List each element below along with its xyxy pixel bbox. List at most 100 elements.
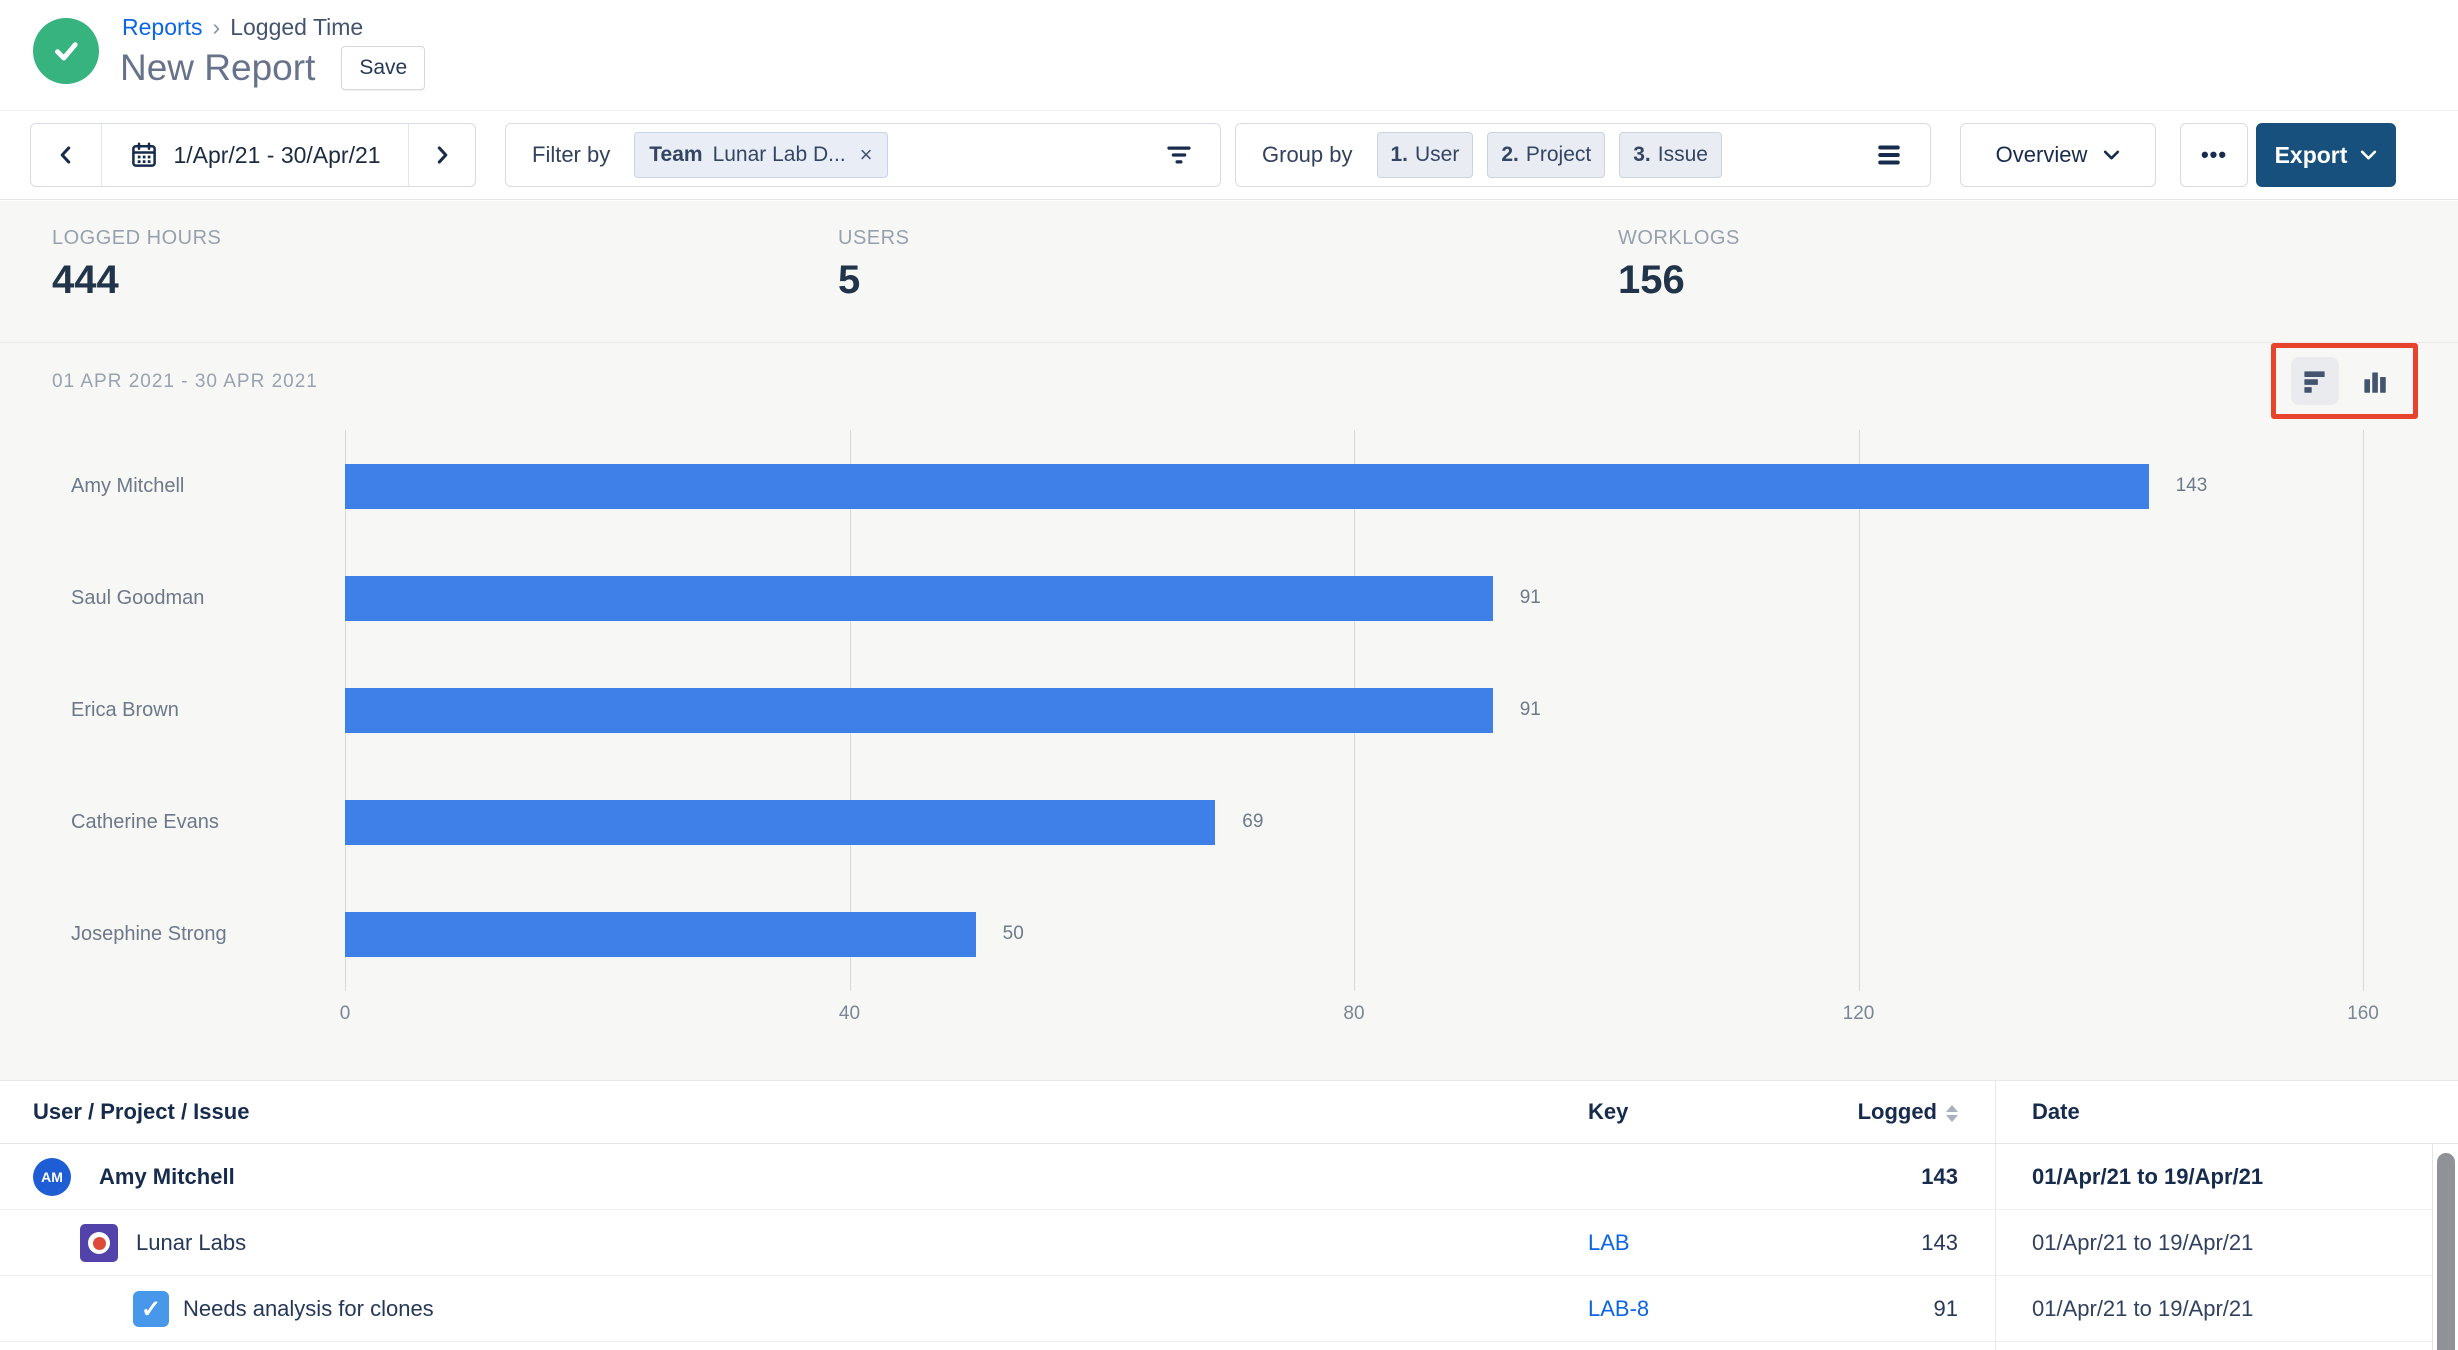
chart-category-label: Saul Goodman [0,542,345,654]
stat-label: WORKLOGS [1618,227,1740,250]
group-chip-user[interactable]: 1. User [1377,132,1474,178]
breadcrumb-reports-link[interactable]: Reports [122,14,203,41]
group-by-bar: Group by 1. User 2. Project 3. Issue [1235,123,1931,187]
chart-xaxis: 04080120160 [345,1003,2363,1033]
table-row[interactable]: ✓Needs analysis for clonesLAB-89101/Apr/… [0,1276,2458,1342]
date-range-picker[interactable]: 1/Apr/21 - 30/Apr/21 [102,124,408,186]
chevron-down-icon [2103,149,2120,161]
row-name: Needs analysis for clones [183,1296,434,1322]
stat-label: USERS [838,227,909,250]
column-header-logged[interactable]: Logged [1680,1081,1958,1143]
x-axis-tick-label: 160 [2347,1003,2379,1025]
issue-key-link[interactable]: LAB-8 [1588,1296,1649,1321]
sort-icon[interactable] [1946,1105,1958,1122]
stat-users: USERS 5 [838,227,909,303]
bar[interactable] [345,912,976,957]
filter-icon[interactable] [1164,140,1194,170]
chart-category-label: Amy Mitchell [0,430,345,542]
team-filter-chip[interactable]: Team Lunar Lab D... × [634,132,887,178]
chevron-down-icon [2360,149,2377,161]
gridline [2363,430,2364,991]
more-options-button[interactable]: ••• [2180,123,2248,187]
date-range-label: 1/Apr/21 - 30/Apr/21 [173,142,380,169]
breadcrumb-separator: › [213,14,221,41]
chart-date-range-caption: 01 APR 2021 - 30 APR 2021 [52,371,318,393]
chart-bar-row: 143 [345,430,2363,542]
logged-time-report-page: Reports › Logged Time New Report Save [0,0,2458,1350]
column-header-date: Date [2032,1081,2422,1143]
bar[interactable] [345,464,2149,509]
bar-value-label: 143 [2176,475,2208,497]
row-key-cell: LAB [1588,1210,1630,1276]
filter-bar: Filter by Team Lunar Lab D... × [505,123,1221,187]
stat-value: 156 [1618,258,1740,303]
bar-value-label: 50 [1003,923,1024,945]
x-axis-tick-label: 0 [340,1003,351,1025]
date-column-divider [1995,1081,1996,1350]
bar[interactable] [345,576,1493,621]
row-name: Amy Mitchell [99,1164,235,1190]
report-status-icon [33,18,99,84]
annotation-highlight-box [2271,343,2418,419]
table-scrollbar-thumb[interactable] [2437,1153,2455,1350]
export-button[interactable]: Export [2256,123,2396,187]
group-settings-icon[interactable] [1874,140,1904,170]
horizontal-bar-chart-toggle[interactable] [2291,357,2339,405]
row-main-cell: AMAmy Mitchell [0,1144,235,1210]
calendar-icon [129,140,159,170]
bar[interactable] [345,800,1215,845]
group-by-label: Group by [1262,142,1353,168]
chart-category-label: Catherine Evans [0,766,345,878]
export-label: Export [2275,142,2348,169]
group-chip-label: Project [1526,143,1591,167]
row-logged-cell: 143 [1680,1144,1958,1210]
row-name: Lunar Labs [136,1230,246,1256]
x-axis-tick-label: 40 [839,1003,860,1025]
x-axis-tick-label: 80 [1343,1003,1364,1025]
save-button[interactable]: Save [341,46,425,90]
page-title: New Report [120,47,315,89]
chevron-right-icon [429,142,455,168]
horizontal-bars-icon [2301,368,2328,395]
report-body: LOGGED HOURS 444 USERS 5 WORKLOGS 156 01… [0,201,2458,1080]
check-icon [49,34,83,68]
stat-value: 444 [52,258,221,303]
chart-bar-row: 69 [345,766,2363,878]
stat-value: 5 [838,258,909,303]
section-divider [0,342,2458,343]
view-selector-button[interactable]: Overview [1960,123,2156,187]
bar[interactable] [345,688,1493,733]
next-period-button[interactable] [408,124,475,186]
date-range-control: 1/Apr/21 - 30/Apr/21 [30,123,476,187]
ellipsis-icon: ••• [2201,142,2227,168]
group-chip-issue[interactable]: 3. Issue [1619,132,1722,178]
report-toolbar: 1/Apr/21 - 30/Apr/21 Filter by Team Luna… [0,110,2458,200]
group-chip-order: 3. [1633,143,1651,167]
x-axis-tick-label: 120 [1843,1003,1875,1025]
vertical-bar-chart-toggle[interactable] [2351,357,2399,405]
column-chart-icon [2361,368,2388,395]
bar-value-label: 91 [1520,699,1541,721]
chart-category-label: Josephine Strong [0,878,345,990]
filter-chip-type: Team [649,143,702,167]
chart-plot: 143 91 91 69 50 [345,430,2363,991]
table-row[interactable]: AMAmy Mitchell14301/Apr/21 to 19/Apr/21 [0,1144,2458,1210]
row-main-cell: Lunar Labs [0,1210,246,1276]
previous-period-button[interactable] [31,124,102,186]
chart-bar-row: 91 [345,542,2363,654]
chart-category-label: Erica Brown [0,654,345,766]
breadcrumb-current: Logged Time [230,14,363,41]
logged-header-label: Logged [1858,1099,1937,1124]
title-row: New Report Save [120,46,425,90]
page-header: Reports › Logged Time New Report Save [0,0,2458,110]
chart-bar-row: 91 [345,654,2363,766]
row-date-cell: 01/Apr/21 to 19/Apr/21 [2032,1210,2253,1276]
group-chip-label: Issue [1658,143,1708,167]
remove-filter-icon[interactable]: × [860,142,873,168]
group-chip-project[interactable]: 2. Project [1487,132,1605,178]
issue-key-link[interactable]: LAB [1588,1230,1630,1255]
row-logged-cell: 143 [1680,1210,1958,1276]
project-avatar-icon [80,1224,118,1262]
chevron-left-icon [53,142,79,168]
table-row[interactable]: Lunar Labs LAB 143 01/Apr/21 to 19/Apr/21 [0,1210,2458,1276]
